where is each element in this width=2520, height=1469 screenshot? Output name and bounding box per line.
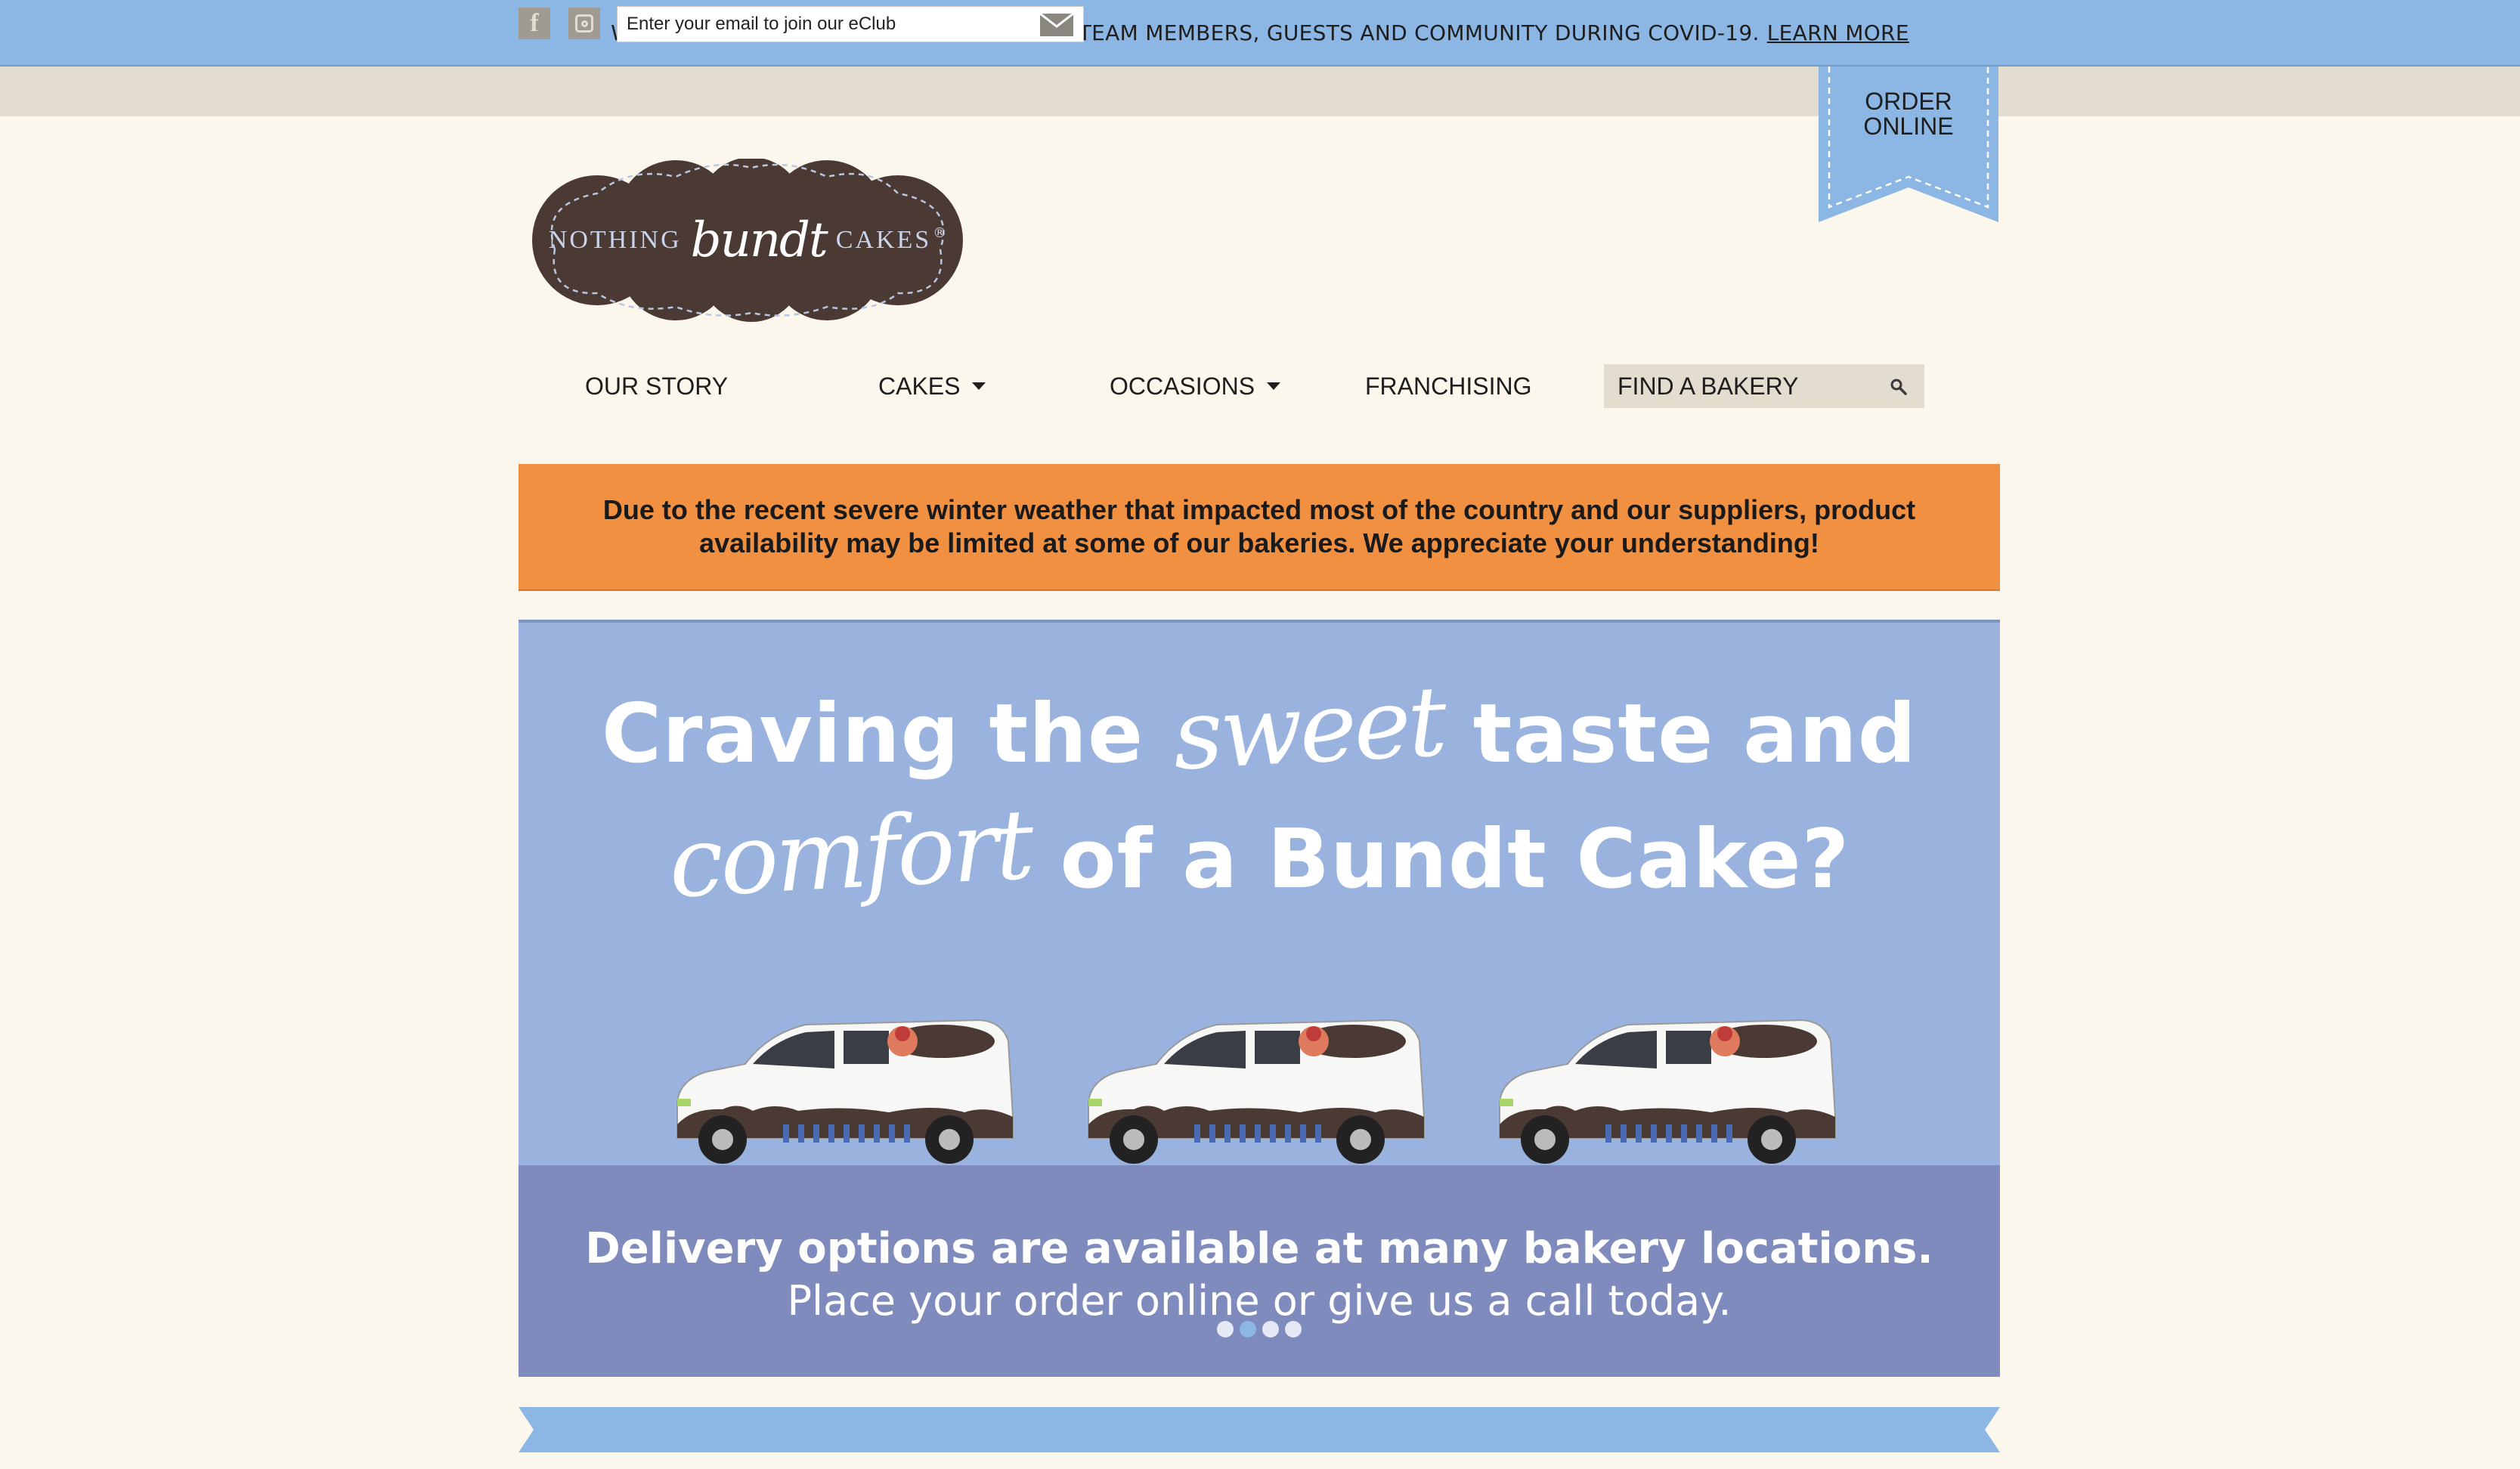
find-bakery-input[interactable] — [1618, 372, 1875, 400]
caret-down-icon — [972, 382, 986, 390]
carousel-pagination — [1217, 1321, 1302, 1338]
delivery-van-image — [676, 1019, 1014, 1164]
hero-top-border — [519, 620, 2000, 623]
hero-line2-end: of a Bundt Cake? — [1060, 812, 1850, 907]
nav-occasions-label: OCCASIONS — [1110, 372, 1255, 400]
hero-script-comfort: comfort — [666, 788, 1034, 920]
hero-line1-start: Craving the — [601, 687, 1144, 781]
carousel-dot[interactable] — [1262, 1321, 1279, 1338]
nav-occasions[interactable]: OCCASIONS — [1110, 367, 1281, 405]
hero-script-sweet: sweet — [1170, 665, 1447, 793]
order-online-line1: ORDER — [1865, 88, 1952, 115]
hero-delivery-subtext: Place your order online or give us a cal… — [787, 1277, 1732, 1325]
order-online-label: ORDER ONLINE — [1819, 89, 1998, 139]
nav-cakes[interactable]: CAKES — [878, 367, 986, 405]
covid-banner: WE ARE COMMITTED TO PROTECTING OUR TEAM … — [0, 0, 2520, 66]
delivery-van-image — [1499, 1019, 1836, 1164]
instagram-icon[interactable] — [568, 8, 600, 39]
hero-line1-end: taste and — [1472, 687, 1918, 781]
weather-alert-text: Due to the recent severe winter weather … — [602, 494, 1916, 558]
logo-cloud-shape — [532, 157, 963, 322]
search-icon[interactable] — [1890, 378, 1908, 396]
learn-more-link[interactable]: LEARN MORE — [1767, 20, 1909, 45]
nav-our-story[interactable]: OUR STORY — [585, 367, 728, 405]
utility-bar — [0, 66, 2520, 116]
nav-franchising-label: FRANCHISING — [1365, 372, 1532, 400]
eclub-email-input[interactable] — [617, 6, 1084, 42]
caret-down-icon — [1267, 382, 1281, 390]
nothing-bundt-cakes-logo[interactable]: NOTHING bundt CAKES ® — [525, 157, 971, 322]
hero-delivery-heading: Delivery options are available at many b… — [585, 1224, 1933, 1273]
carousel-dot[interactable] — [1240, 1321, 1256, 1338]
hero-headline-line1: Craving the sweet taste and — [519, 666, 2000, 793]
delivery-van-image — [1088, 1019, 1425, 1164]
carousel-dot[interactable] — [1285, 1321, 1302, 1338]
hero-headline-line2: comfort of a Bundt Cake? — [519, 789, 2000, 920]
nav-our-story-label: OUR STORY — [585, 372, 729, 400]
order-online-button[interactable]: ORDER ONLINE — [1819, 66, 1998, 222]
nav-cakes-label: CAKES — [878, 372, 961, 400]
hero-carousel[interactable]: Craving the sweet taste and comfort of a… — [519, 620, 2000, 1377]
section-ribbon-banner — [519, 1407, 2000, 1452]
order-online-line2: ONLINE — [1863, 113, 1954, 140]
facebook-icon[interactable]: f — [519, 8, 550, 39]
weather-alert-banner: Due to the recent severe winter weather … — [519, 464, 2000, 591]
mail-icon[interactable] — [1040, 14, 1073, 36]
find-bakery-search — [1604, 364, 1924, 408]
carousel-dot[interactable] — [1217, 1321, 1234, 1338]
nav-franchising[interactable]: FRANCHISING — [1365, 367, 1531, 405]
